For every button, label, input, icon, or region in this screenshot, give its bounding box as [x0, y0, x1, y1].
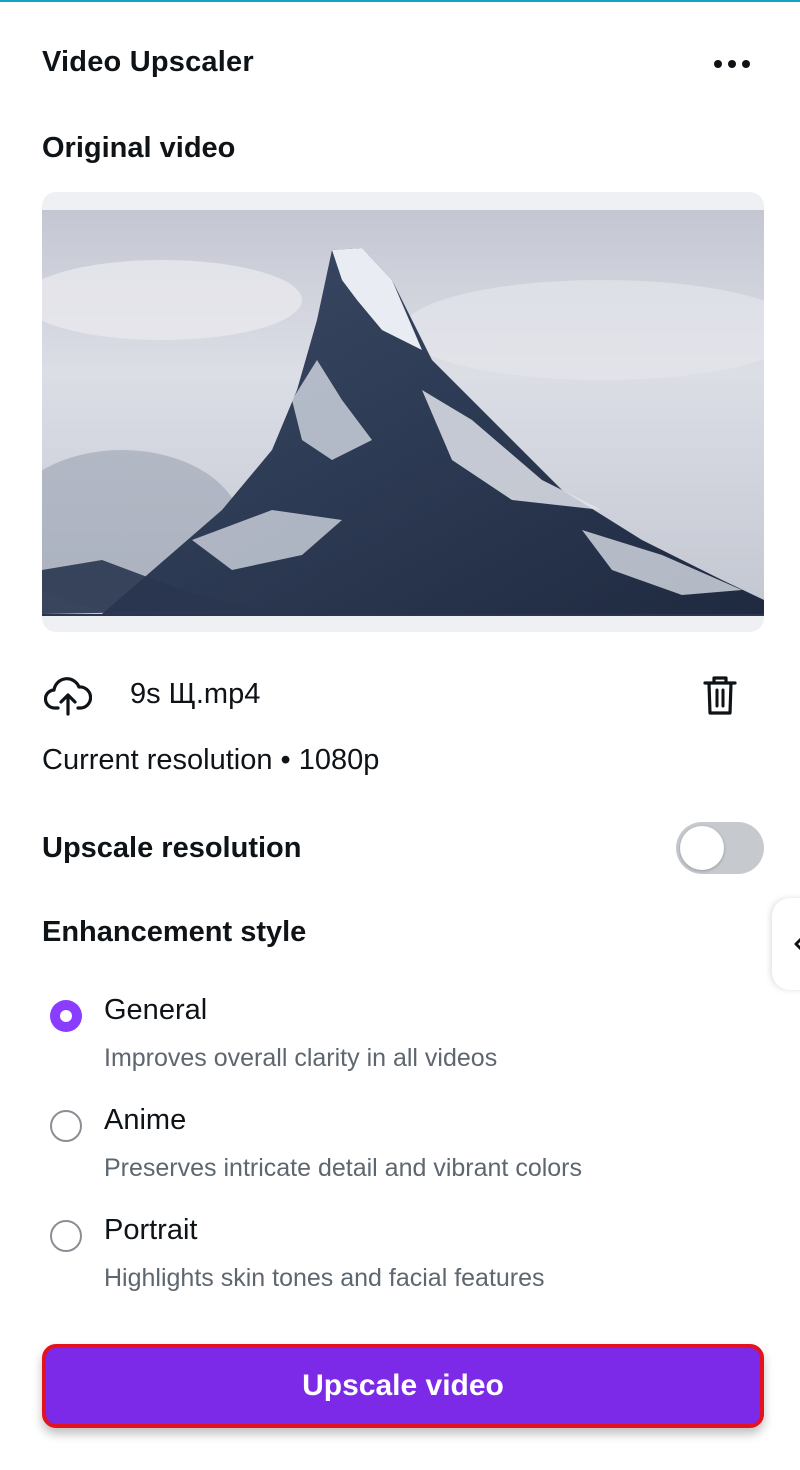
- option-anime-description: Preserves intricate detail and vibrant c…: [104, 1154, 583, 1182]
- original-video-label: Original video: [42, 132, 236, 164]
- video-preview-card[interactable]: [42, 192, 764, 632]
- radio-general[interactable]: [50, 1000, 82, 1032]
- file-name: 9s Щ.mp4: [130, 678, 261, 710]
- mountain-thumbnail-image: [42, 210, 764, 614]
- upscale-video-button-label: Upscale video: [302, 1369, 504, 1402]
- more-horizontal-icon: [714, 60, 750, 68]
- panel-title: Video Upscaler: [42, 46, 254, 78]
- video-thumbnail: [42, 210, 764, 616]
- panel-header: Video Upscaler: [42, 40, 762, 88]
- option-anime[interactable]: Anime Preserves intricate detail and vib…: [42, 1102, 742, 1192]
- upscale-resolution-row: Upscale resolution: [42, 822, 764, 876]
- option-general[interactable]: General Improves overall clarity in all …: [42, 992, 742, 1082]
- top-accent-line: [0, 0, 800, 2]
- toggle-knob: [680, 826, 724, 870]
- option-portrait-description: Highlights skin tones and facial feature…: [104, 1264, 545, 1292]
- video-upscaler-panel: Video Upscaler Original video 9s Щ.mp4 C…: [0, 0, 800, 1470]
- option-general-description: Improves overall clarity in all videos: [104, 1044, 498, 1072]
- cloud-upload-icon: [44, 677, 92, 716]
- option-portrait[interactable]: Portrait Highlights skin tones and facia…: [42, 1212, 742, 1302]
- option-anime-title: Anime: [104, 1104, 187, 1136]
- more-options-button[interactable]: [710, 46, 754, 82]
- radio-anime[interactable]: [50, 1110, 82, 1142]
- side-collapse-tab[interactable]: [772, 898, 800, 990]
- chevron-left-icon: [794, 937, 800, 951]
- radio-portrait[interactable]: [50, 1220, 82, 1252]
- upscale-resolution-toggle[interactable]: [676, 822, 764, 874]
- option-portrait-title: Portrait: [104, 1214, 198, 1246]
- file-row: 9s Щ.mp4: [42, 668, 764, 724]
- upscale-resolution-label: Upscale resolution: [42, 832, 302, 864]
- upscale-video-button[interactable]: Upscale video: [42, 1344, 764, 1428]
- enhancement-style-label: Enhancement style: [42, 916, 307, 948]
- option-general-title: General: [104, 994, 208, 1026]
- trash-icon: [703, 676, 737, 715]
- current-resolution-text: Current resolution • 1080p: [42, 744, 380, 776]
- delete-video-button[interactable]: [700, 672, 740, 718]
